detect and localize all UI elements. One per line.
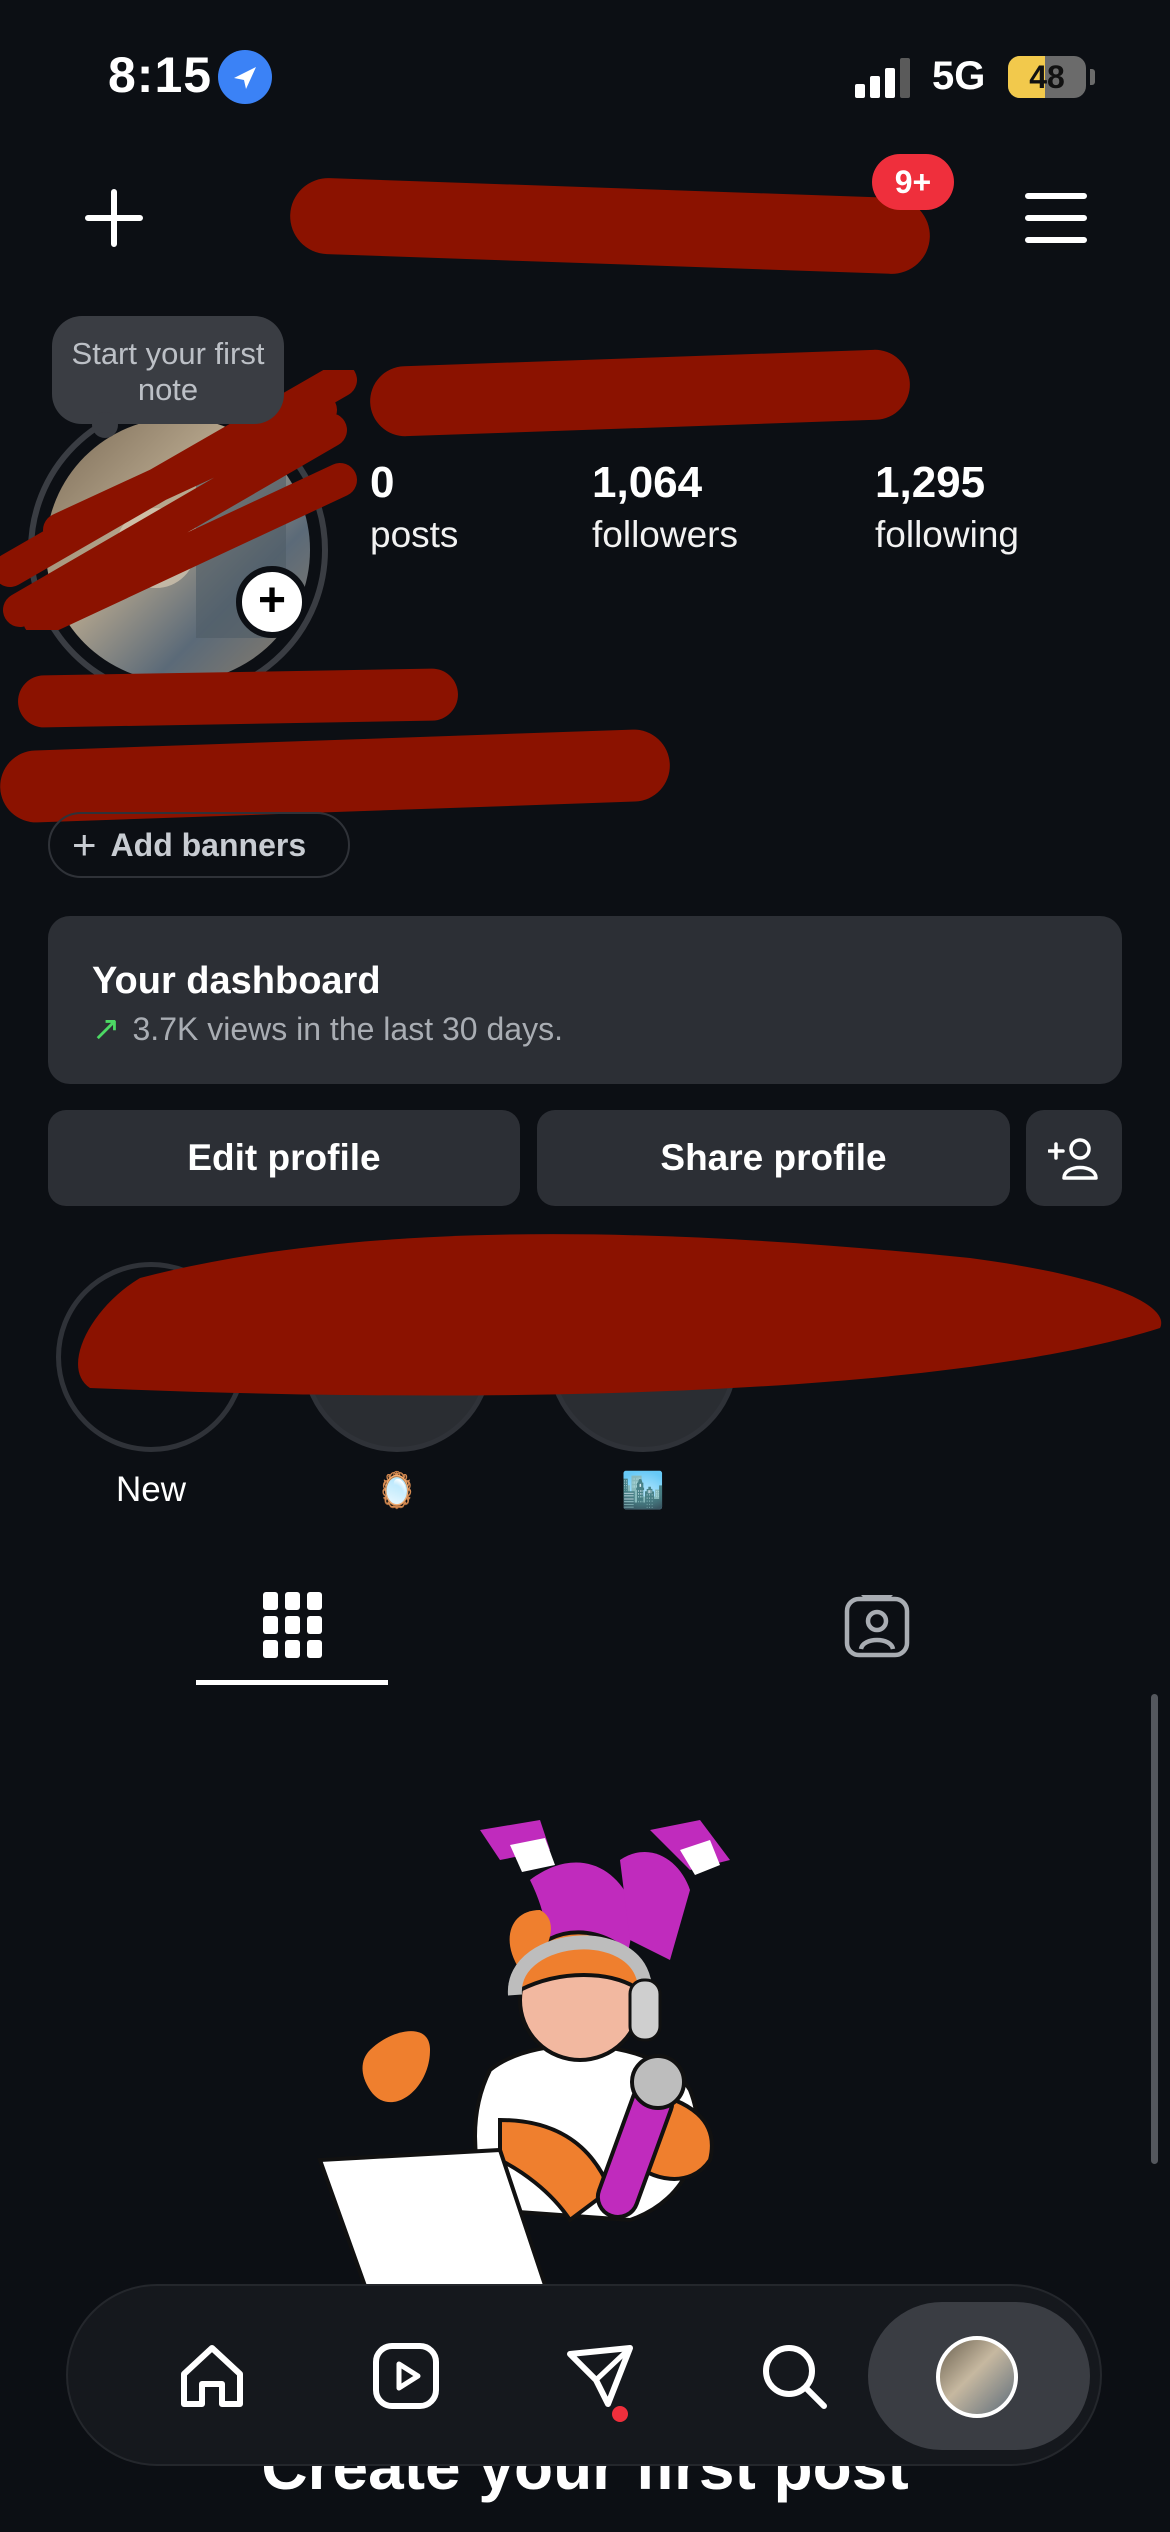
status-bar: 8:15 5G 48: [0, 0, 1170, 150]
dashboard-subtitle: 3.7K views in the last 30 days.: [132, 1010, 563, 1047]
network-type: 5G: [932, 54, 986, 98]
redacted-display-name: [368, 348, 912, 438]
cellular-signal-icon: [855, 58, 915, 98]
search-icon[interactable]: [744, 2326, 844, 2426]
unread-dot: [612, 2406, 628, 2422]
battery-indicator: 48: [1008, 56, 1086, 98]
tagged-person-icon[interactable]: [832, 1580, 922, 1670]
stat-posts-value: 0: [370, 458, 395, 507]
stat-followers[interactable]: 1,064 followers: [592, 458, 738, 556]
share-profile-button[interactable]: Share profile: [537, 1110, 1010, 1206]
direct-messages-icon[interactable]: [550, 2326, 650, 2426]
highlight-label: 🪞: [375, 1471, 419, 1510]
grid-icon[interactable]: [248, 1580, 338, 1670]
note-bubble[interactable]: Start your first note: [52, 316, 284, 438]
share-profile-label: Share profile: [660, 1137, 887, 1178]
reels-icon[interactable]: [356, 2326, 456, 2426]
dashboard-subtitle-row: ↗ 3.7K views in the last 30 days.: [92, 1009, 1122, 1049]
profile-avatar[interactable]: [936, 2336, 1018, 2418]
dashboard-card[interactable]: Your dashboard ↗ 3.7K views in the last …: [48, 916, 1122, 1084]
status-time: 8:15: [108, 47, 213, 103]
stat-following-value: 1,295: [875, 458, 986, 507]
add-person-icon: [1048, 1138, 1098, 1180]
note-bubble-text: Start your first note: [71, 336, 265, 407]
redacted-bio-line-1: [17, 668, 459, 728]
stat-followers-value: 1,064: [592, 458, 703, 507]
stat-followers-label: followers: [592, 514, 738, 555]
highlight-label: 🏙️: [621, 1471, 665, 1510]
discover-people-button[interactable]: [1026, 1110, 1122, 1206]
location-arrow-icon: [218, 50, 272, 104]
notification-badge: 9+: [872, 154, 954, 210]
active-tab-indicator: [196, 1680, 388, 1685]
highlight-label: New: [115, 1470, 187, 1509]
hamburger-menu-icon[interactable]: [1018, 182, 1094, 254]
empty-state-illustration: [317, 1820, 730, 2300]
stat-posts-label: posts: [370, 514, 459, 555]
add-banners-button[interactable]: + Add banners: [48, 812, 350, 878]
add-banners-label: Add banners: [110, 826, 307, 863]
plus-icon[interactable]: [78, 182, 150, 254]
dashboard-title: Your dashboard: [92, 960, 381, 1002]
edit-profile-label: Edit profile: [187, 1137, 381, 1178]
content-tabs: [0, 1570, 1170, 1690]
edit-profile-button[interactable]: Edit profile: [48, 1110, 520, 1206]
home-icon[interactable]: [162, 2326, 262, 2426]
redacted-bio-line-2: [0, 728, 672, 824]
battery-tip: [1090, 69, 1095, 85]
battery-percent: 48: [1029, 59, 1065, 95]
redacted-highlights: [78, 1234, 1162, 1396]
note-bubble-tail: [92, 412, 118, 438]
add-story-plus-button[interactable]: +: [236, 566, 308, 638]
bottom-navigation-bar: [66, 2284, 1102, 2466]
stat-posts[interactable]: 0 posts: [370, 458, 458, 556]
stat-following[interactable]: 1,295 following: [875, 458, 1019, 556]
plus-icon: +: [72, 821, 97, 868]
scrollbar-thumb[interactable]: [1151, 1694, 1158, 2164]
stat-following-label: following: [875, 514, 1019, 555]
trend-up-icon: ↗: [92, 1010, 121, 1048]
